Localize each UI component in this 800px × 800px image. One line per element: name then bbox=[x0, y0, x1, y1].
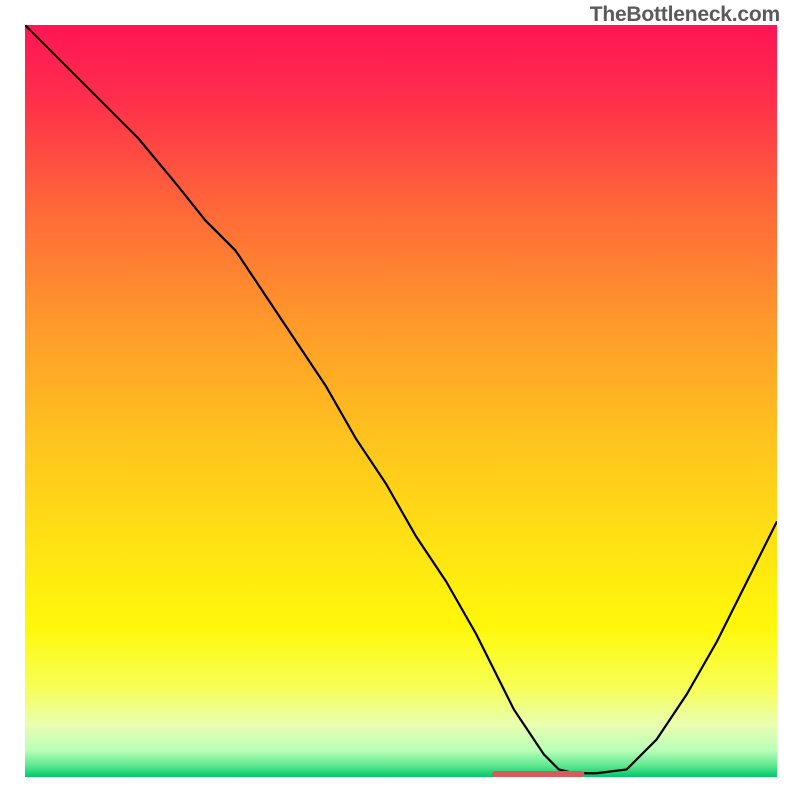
series-bottleneck-curve bbox=[25, 25, 777, 773]
watermark-label: TheBottleneck.com bbox=[590, 3, 780, 27]
chart-container: TheBottleneck.com bbox=[0, 0, 800, 800]
chart-plot-area bbox=[25, 25, 777, 777]
